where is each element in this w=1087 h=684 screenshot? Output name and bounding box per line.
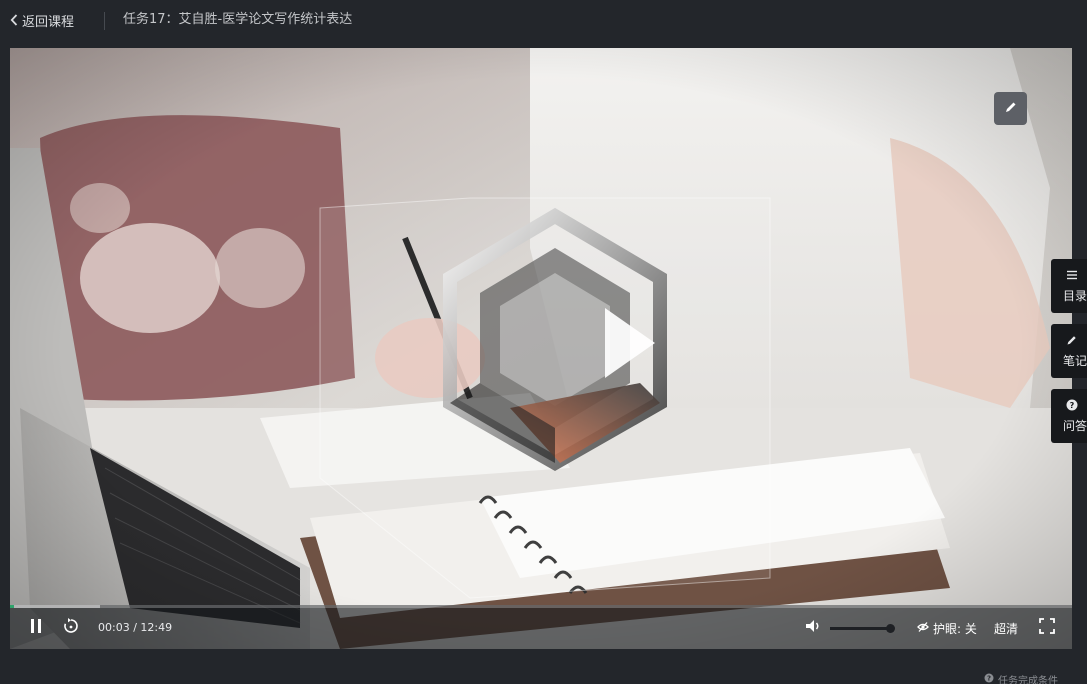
control-bar: 00:03 / 12:49 护眼: 关 超清 xyxy=(10,605,1072,649)
side-tab-label: 问答 xyxy=(1063,419,1087,433)
fullscreen-button[interactable] xyxy=(1038,617,1056,639)
volume-handle[interactable] xyxy=(885,624,895,633)
question-circle-icon: ? xyxy=(984,673,994,684)
side-tab-label: 笔记 xyxy=(1063,354,1087,368)
top-header: 返回课程 任务17：艾自胜-医学论文写作统计表达 xyxy=(0,0,1087,44)
progress-played xyxy=(10,605,15,608)
quality-selector[interactable]: 超清 xyxy=(994,618,1018,638)
video-player[interactable]: 00:03 / 12:49 护眼: 关 超清 xyxy=(10,48,1072,649)
question-circle-icon: ? xyxy=(1065,398,1079,412)
replay-icon xyxy=(62,617,80,639)
side-tab-qa[interactable]: ? 问答 xyxy=(1051,389,1087,443)
edit-button[interactable] xyxy=(994,92,1027,125)
time-separator: / xyxy=(129,621,141,634)
eye-protection-label: 护眼: 关 xyxy=(933,621,977,636)
progress-buffered xyxy=(10,605,101,608)
duration: 12:49 xyxy=(140,621,173,634)
pause-icon xyxy=(28,617,44,639)
side-tab-catalog[interactable]: 目录 xyxy=(1051,259,1087,313)
back-to-course-link[interactable]: 返回课程 xyxy=(10,10,74,30)
completion-conditions-link[interactable]: ? 任务完成条件 xyxy=(984,672,1058,684)
eye-protection-toggle[interactable]: 护眼: 关 xyxy=(917,618,977,638)
svg-text:?: ? xyxy=(987,674,991,682)
svg-text:?: ? xyxy=(1070,401,1075,410)
replay-button[interactable] xyxy=(62,617,80,639)
progress-bar[interactable] xyxy=(10,605,1072,608)
completion-label: 任务完成条件 xyxy=(998,675,1058,684)
eye-slash-icon xyxy=(917,621,929,636)
course-player-page: 返回课程 任务17：艾自胜-医学论文写作统计表达 00:03 / 12:49 护… xyxy=(0,0,1087,684)
volume-button[interactable] xyxy=(804,619,822,637)
task-title: 任务17：艾自胜-医学论文写作统计表达 xyxy=(123,12,353,27)
speaker-icon xyxy=(804,617,822,639)
pencil-icon xyxy=(1004,99,1018,118)
chevron-left-icon xyxy=(10,14,18,26)
side-tab-notes[interactable]: 笔记 xyxy=(1051,324,1087,378)
quality-label: 超清 xyxy=(994,621,1019,636)
header-divider xyxy=(104,12,105,30)
time-display: 00:03 / 12:49 xyxy=(98,620,172,636)
play-button[interactable] xyxy=(310,178,780,608)
list-icon xyxy=(1065,268,1079,282)
volume-slider[interactable] xyxy=(830,624,895,633)
side-tab-label: 目录 xyxy=(1063,289,1087,303)
back-label: 返回课程 xyxy=(22,14,75,30)
pause-button[interactable] xyxy=(28,619,44,637)
pencil-icon xyxy=(1065,333,1079,347)
fullscreen-icon xyxy=(1038,617,1056,639)
current-time: 00:03 xyxy=(98,621,130,634)
